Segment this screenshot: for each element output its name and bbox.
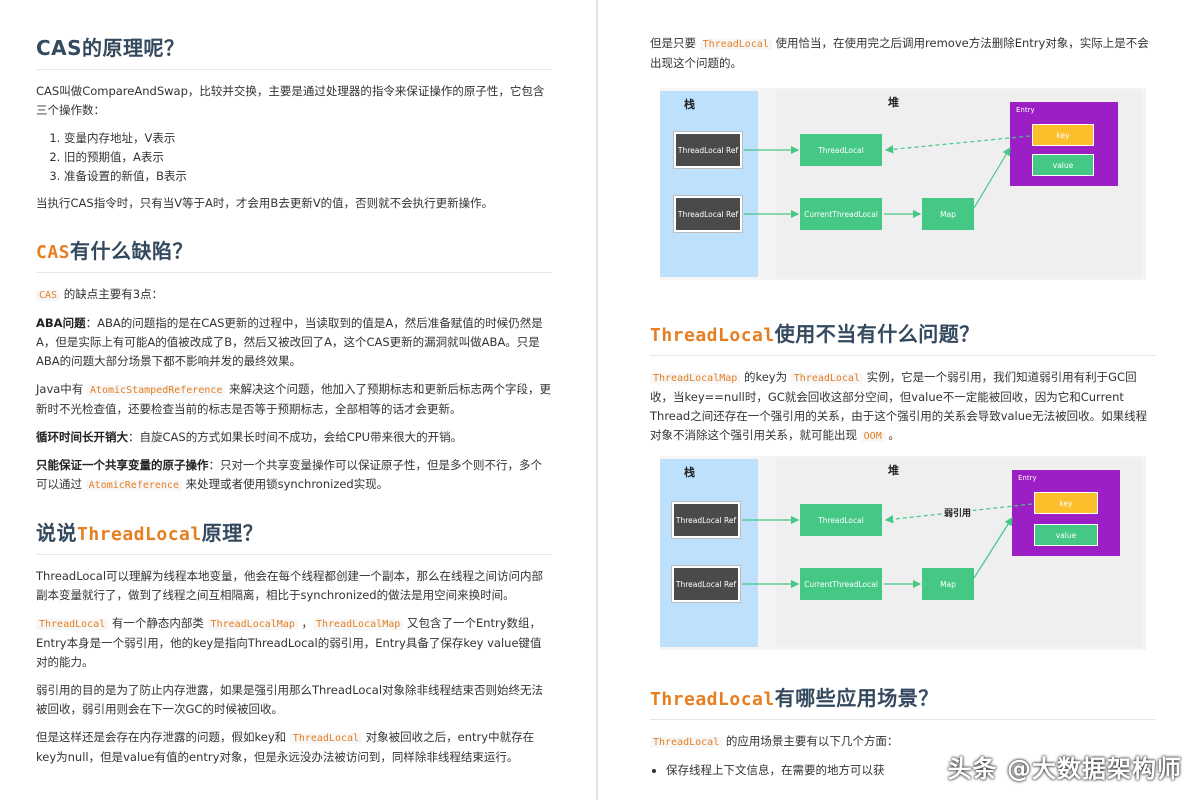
section-title-threadlocal-usage: ThreadLocal有哪些应用场景？ — [650, 682, 1156, 720]
right-content-mid: ThreadLocal使用不当有什么问题？ ThreadLocalMap 的ke… — [650, 318, 1156, 455]
title-code: ThreadLocal — [650, 325, 775, 346]
title-text: 原理？ — [201, 521, 264, 545]
cas-intro: CAS叫做CompareAndSwap，比较并交换，主要是通过处理器的指令来保证… — [36, 84, 545, 117]
title-text: 有什么缺陷？ — [70, 239, 194, 263]
aba-text: ：ABA的问题指的是在CAS更新的过程中，当读取到的值是A，然后准备赋值的时候仍… — [36, 316, 543, 368]
section-title-threadlocal-misuse: ThreadLocal使用不当有什么问题？ — [650, 318, 1156, 356]
inline-code: ThreadLocal — [289, 733, 363, 744]
tl-paragraph-4: 但是这样还是会存在内存泄露的问题，假如key和 ThreadLocal 对象被回… — [36, 728, 552, 767]
watermark: 头条 @大数据架构师 — [947, 755, 1182, 783]
list-item: 变量内存地址，V表示 — [64, 129, 552, 148]
inline-code: OOM — [860, 431, 885, 442]
loop-paragraph: 循环时间长开销大：自旋CAS的方式如果长时间不成功，会给CPU带来很大的开销。 — [36, 428, 552, 447]
list-item: 准备设置的新值，B表示 — [64, 167, 552, 186]
text: Java中有 — [36, 382, 87, 396]
tl-paragraph-1: ThreadLocal可以理解为线程本地变量，他会在每个线程都创建一个副本，那么… — [36, 569, 544, 602]
inline-code: ThreadLocal — [650, 737, 723, 748]
cas-exec-text: 当执行CAS指令时，只有当V等于A时，才会用B去更新V的值，否则就不会执行更新操… — [36, 196, 494, 210]
diagram-1-arrows — [744, 135, 1031, 219]
single-var-paragraph: 只能保证一个共享变量的原子操作：只对一个共享变量操作可以保证原子性，但是多个则不… — [36, 456, 552, 495]
inline-code: ThreadLocalMap — [313, 619, 404, 630]
inline-code: AtomicReference — [85, 480, 182, 491]
inline-code: ThreadLocalMap — [207, 619, 298, 630]
left-page: CAS的原理呢？ CAS叫做CompareAndSwap，比较并交换，主要是通过… — [0, 0, 596, 800]
inline-code: ThreadLocalMap — [650, 373, 741, 384]
remove-paragraph: 但是只要 ThreadLocal 使用恰当，在使用完之后调用remove方法删除… — [650, 34, 1156, 73]
title-code: ThreadLocal — [77, 524, 202, 545]
text: ， — [297, 616, 313, 630]
diagram-2-arrows — [742, 503, 1033, 589]
cas-defects-intro: CAS 的缺点主要有3点： — [36, 285, 552, 305]
tl-paragraph-3: 弱引用的目的是为了防止内存泄露，如果是强引用那么ThreadLocal对象除非线… — [36, 683, 544, 716]
text: 但是只要 — [650, 36, 700, 50]
memory-diagram-1: 栈 堆 ThreadLocal Ref ThreadLocal Ref Thre… — [660, 88, 1146, 280]
java-paragraph: Java中有 AtomicStampedReference 来解决这个问题，他加… — [36, 380, 552, 419]
section-title-cas-defects: CAS有什么缺陷？ — [36, 235, 552, 273]
single-label: 只能保证一个共享变量的原子操作 — [36, 458, 209, 472]
title-text: 使用不当有什么问题？ — [774, 322, 980, 346]
inline-code: ThreadLocal — [699, 39, 772, 50]
title-text: 说说 — [36, 521, 77, 545]
text: 的缺点主要有3点： — [60, 287, 164, 301]
inline-code: ThreadLocal — [790, 373, 863, 384]
inline-code: AtomicStampedReference — [86, 385, 226, 396]
text: ：自旋CAS的方式如果长时间不成功，会给CPU带来很大的开销。 — [128, 430, 463, 444]
misuse-paragraph: ThreadLocalMap 的key为 ThreadLocal 实例，它是一个… — [650, 368, 1156, 446]
cas-operands-list: 变量内存地址，V表示 旧的预期值，A表示 准备设置的新值，B表示 — [64, 129, 552, 186]
title-text: 有哪些应用场景？ — [774, 686, 939, 710]
text: 。 — [884, 428, 900, 442]
inline-code: CAS — [36, 290, 61, 301]
title-code: ThreadLocal — [650, 689, 775, 710]
tl-paragraph-2: ThreadLocal 有一个静态内部类 ThreadLocalMap ， Thr… — [36, 614, 552, 672]
text: 来处理或者使用锁synchronized实现。 — [181, 477, 389, 491]
title-code: CAS — [36, 242, 71, 263]
list-item: 旧的预期值，A表示 — [64, 148, 552, 167]
weak-reference-label: 弱引用 — [942, 506, 974, 519]
text: 的应用场景主要有以下几个方面： — [722, 734, 899, 748]
loop-label: 循环时间长开销大 — [36, 430, 128, 444]
aba-label: ABA问题 — [36, 316, 86, 330]
left-content: CAS的原理呢？ CAS叫做CompareAndSwap，比较并交换，主要是通过… — [36, 32, 552, 776]
text: 的key为 — [740, 370, 791, 384]
right-content-top: 但是只要 ThreadLocal 使用恰当，在使用完之后调用remove方法删除… — [650, 34, 1156, 82]
memory-diagram-2: 栈 堆 ThreadLocal Ref ThreadLocal Ref Thre… — [660, 456, 1146, 650]
text: 但是这样还是会存在内存泄露的问题，假如key和 — [36, 730, 290, 744]
inline-code: ThreadLocal — [36, 619, 109, 630]
right-page: 但是只要 ThreadLocal 使用恰当，在使用完之后调用remove方法删除… — [598, 0, 1196, 800]
aba-paragraph: ABA问题：ABA的问题指的是在CAS更新的过程中，当读取到的值是A，然后准备赋… — [36, 314, 552, 371]
section-title-cas-principle: CAS的原理呢？ — [36, 32, 552, 70]
section-title-threadlocal-principle: 说说ThreadLocal原理？ — [36, 517, 552, 555]
text: 有一个静态内部类 — [108, 616, 208, 630]
